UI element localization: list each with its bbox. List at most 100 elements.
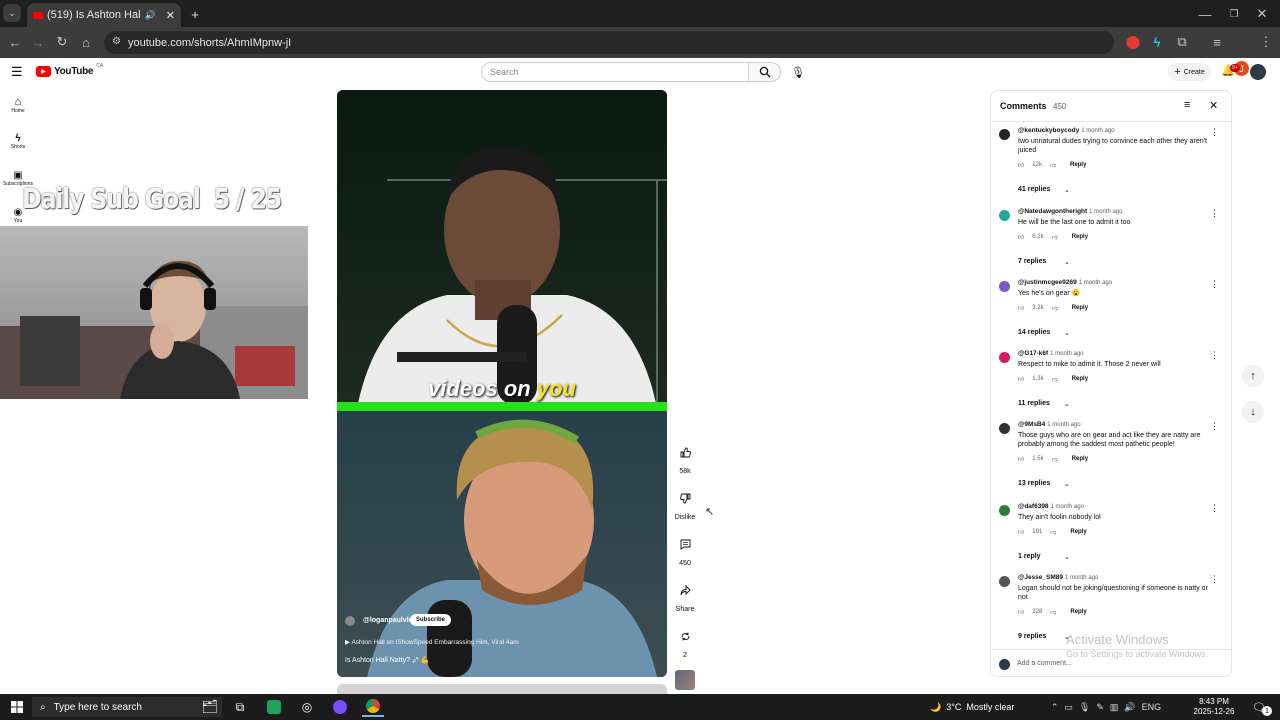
start-button[interactable] [8, 697, 26, 717]
like-button[interactable]: 58k [668, 440, 702, 475]
comments-button[interactable]: 450 [668, 532, 702, 567]
restore-icon[interactable]: ❐ [1224, 4, 1244, 24]
comment-dislike-icon[interactable]: 👎︎ [1050, 161, 1056, 169]
search-input[interactable]: Search [481, 62, 749, 82]
weather-widget[interactable]: 🌙 3°C Mostly clear [930, 697, 1030, 717]
app-obs-icon[interactable]: ◎ [298, 697, 316, 717]
comment-reply-button[interactable]: Reply [1072, 456, 1088, 462]
comment-menu-icon[interactable]: ⋮ [1210, 574, 1219, 585]
taskbar-search[interactable]: ⌕ Type here to search 🗂 [32, 697, 222, 717]
tray-chevron-icon[interactable]: ⌃ [1051, 702, 1059, 713]
related-video-link[interactable]: ▶ Ashton Hall on IShowSpeed Embarrassing… [345, 638, 519, 646]
shorts-video-player[interactable]: videos on you @loganpaulvlog Subscribe ▶… [337, 90, 667, 677]
comment-like-icon[interactable]: 👍︎ [1018, 608, 1024, 616]
chrome-taskbar-icon[interactable] [366, 699, 380, 713]
comment-dislike-icon[interactable]: 👎︎ [1050, 608, 1056, 616]
account-avatar[interactable] [1250, 64, 1266, 80]
tray-mic-icon[interactable]: 🎙 [1079, 702, 1090, 713]
comment-author[interactable]: @justinmcgee9269 [1018, 279, 1077, 286]
comment-dislike-icon[interactable]: 👎︎ [1052, 455, 1058, 463]
media-controls-icon[interactable]: ≡ [1207, 32, 1227, 52]
comment-like-icon[interactable]: 👍︎ [1018, 304, 1024, 312]
comment-reply-button[interactable]: Reply [1070, 609, 1086, 615]
minimize-icon[interactable]: — [1195, 4, 1215, 24]
comment-menu-icon[interactable]: ⋮ [1210, 208, 1219, 219]
new-tab-icon[interactable]: + [185, 4, 205, 24]
comment-menu-icon[interactable]: ⋮ [1210, 127, 1219, 138]
comment-dislike-icon[interactable]: 👎︎ [1052, 233, 1058, 241]
close-comments-icon[interactable]: ✕ [1209, 99, 1218, 112]
add-comment-input[interactable]: Add a comment... [1017, 660, 1207, 667]
create-button[interactable]: + Create [1168, 63, 1211, 81]
comment-avatar[interactable] [999, 210, 1010, 221]
subscribe-button[interactable]: Subscribe [410, 614, 452, 626]
comment-like-icon[interactable]: 👍︎ [1018, 455, 1024, 463]
app-green-icon[interactable] [267, 700, 281, 714]
comment-avatar[interactable] [999, 576, 1010, 587]
tab-search-chevron-icon[interactable]: ⌄ [3, 4, 21, 22]
address-bar[interactable]: ⚙ youtube.com/shorts/AhmIMpnw-jI [104, 31, 1114, 54]
comment-menu-icon[interactable]: ⋮ [1210, 279, 1219, 290]
back-icon[interactable]: ← [5, 32, 25, 52]
site-info-icon[interactable]: ⚙ [112, 36, 121, 47]
home-icon[interactable]: ⌂ [76, 32, 96, 52]
comment-menu-icon[interactable]: ⋮ [1210, 421, 1219, 432]
channel-avatar[interactable] [345, 616, 355, 626]
clock[interactable]: 8:43 PM 2025-12-26 [1188, 697, 1240, 717]
comment-like-icon[interactable]: 👍︎ [1018, 528, 1024, 536]
previous-short-button[interactable]: ↑ [1242, 365, 1264, 387]
comment-like-icon[interactable]: 👍︎ [1018, 161, 1024, 169]
browser-menu-icon[interactable]: ⋮ [1256, 32, 1276, 52]
comment-author[interactable]: @Jesse_SM89 [1018, 574, 1063, 581]
comment-menu-icon[interactable]: ⋮ [1210, 350, 1219, 361]
comment-reply-button[interactable]: Reply [1072, 234, 1088, 240]
comment-like-icon[interactable]: 👍︎ [1018, 233, 1024, 241]
task-view-icon[interactable]: ⧉ [230, 697, 250, 717]
reload-icon[interactable]: ↻ [52, 32, 72, 52]
comment-author[interactable]: @G17-k6f [1018, 350, 1048, 357]
search-button[interactable] [749, 62, 781, 82]
nav-home[interactable]: ⌂ Home [0, 96, 36, 114]
browser-tab[interactable]: (519) Is Ashton Hall Natty? . 🔊 ✕ [27, 3, 181, 27]
comment-reply-button[interactable]: Reply [1072, 305, 1088, 311]
comment-author[interactable]: @Natedawgontheright [1018, 208, 1087, 215]
comment-avatar[interactable] [999, 505, 1010, 516]
tab-close-icon[interactable]: ✕ [160, 9, 181, 22]
comment-dislike-icon[interactable]: 👎︎ [1052, 375, 1058, 383]
comment-author[interactable]: @daf6398 [1018, 503, 1049, 510]
tray-network-icon[interactable]: ▥ [1110, 702, 1119, 713]
comment-dislike-icon[interactable]: 👎︎ [1050, 528, 1056, 536]
sound-thumbnail[interactable] [675, 670, 695, 690]
share-button[interactable]: Share [668, 578, 702, 613]
comment-reply-button[interactable]: Reply [1070, 162, 1086, 168]
comment-dislike-icon[interactable]: 👎︎ [1052, 304, 1058, 312]
comment-avatar[interactable] [999, 129, 1010, 140]
youtube-logo[interactable]: ▶ YouTube CA [36, 63, 103, 77]
comment-reply-button[interactable]: Reply [1070, 529, 1086, 535]
extension-blue-icon[interactable]: ϟ [1147, 32, 1167, 52]
comment-avatar[interactable] [999, 352, 1010, 363]
tray-volume-icon[interactable]: 🔊 [1124, 702, 1135, 713]
comment-avatar[interactable] [999, 281, 1010, 292]
remix-button[interactable]: 2 [668, 624, 702, 659]
nav-shorts[interactable]: ϟ Shorts [0, 133, 36, 150]
guide-menu-icon[interactable]: ☰ [11, 64, 23, 80]
window-close-icon[interactable]: ✕ [1252, 4, 1272, 24]
comment-author[interactable]: @9MsB4 [1018, 421, 1045, 428]
app-purple-icon[interactable] [333, 700, 347, 714]
dislike-button[interactable]: Dislike [668, 486, 702, 521]
audio-icon[interactable]: 🔊 [145, 10, 156, 21]
comment-menu-icon[interactable]: ⋮ [1210, 503, 1219, 514]
comment-author[interactable]: @kentuckyboycody [1018, 127, 1079, 134]
comment-avatar[interactable] [999, 423, 1010, 434]
comment-reply-button[interactable]: Reply [1072, 376, 1088, 382]
tray-pen-icon[interactable]: ✎ [1096, 702, 1104, 713]
voice-search-mic-icon[interactable]: 🎙 [788, 62, 808, 82]
language-indicator[interactable]: ENG [1142, 702, 1162, 712]
next-short-button[interactable]: ↓ [1242, 401, 1264, 423]
sort-comments-icon[interactable]: ≡ [1184, 99, 1190, 111]
extensions-puzzle-icon[interactable]: ⧉ [1172, 32, 1192, 52]
forward-icon[interactable]: → [28, 32, 48, 52]
extension-red-icon[interactable]: ⬤ [1123, 32, 1143, 52]
comment-like-icon[interactable]: 👍︎ [1018, 375, 1024, 383]
